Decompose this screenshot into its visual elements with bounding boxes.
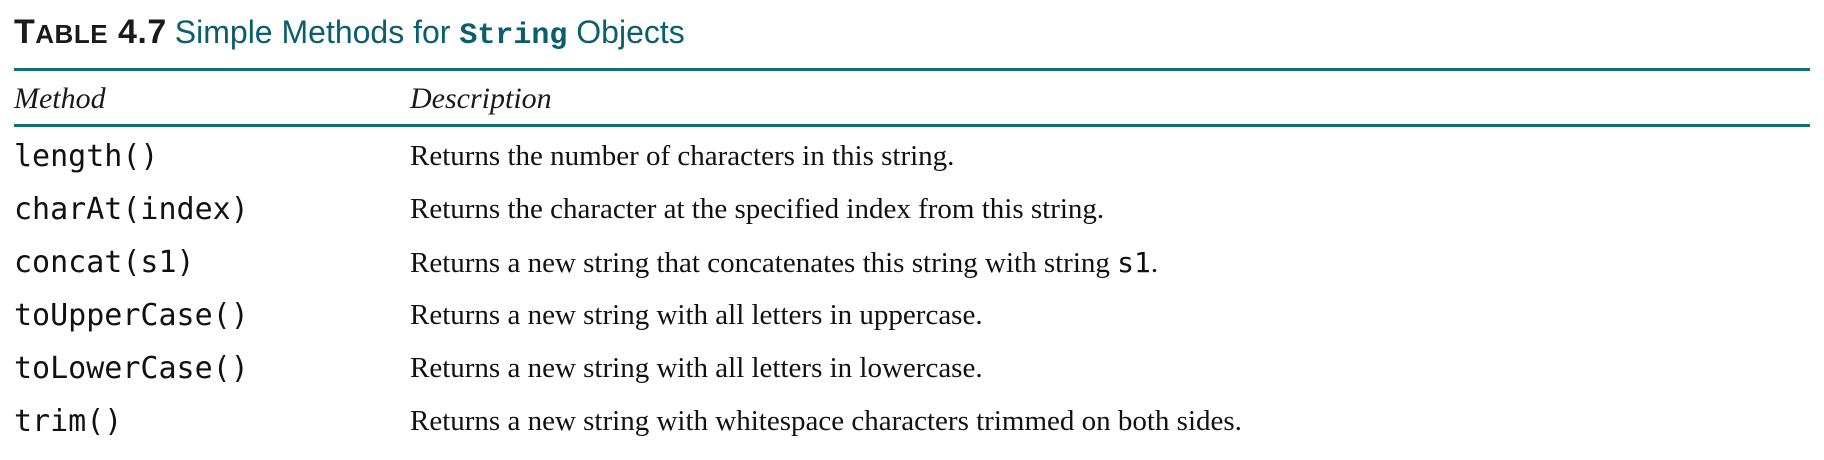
description-text: Returns a new string with all letters in…: [410, 352, 983, 384]
table-title-text: Simple Methods for: [174, 14, 451, 50]
table-label: TABLE 4.7: [14, 13, 167, 51]
description-text: Returns a new string with all letters in…: [410, 299, 983, 331]
table-row: toUpperCase() Returns a new string with …: [14, 289, 1810, 342]
table-label-word: ABLE: [35, 19, 109, 49]
method-description: Returns the character at the specified i…: [410, 183, 1104, 236]
description-text-end: .: [1150, 247, 1159, 279]
method-description: Returns a new string with whitespace cha…: [410, 395, 1242, 448]
method-description: Returns a new string with all letters in…: [410, 289, 983, 342]
table-row: concat(s1) Returns a new string that con…: [14, 236, 1810, 289]
method-name: trim(): [14, 404, 123, 439]
header-description: Description: [410, 82, 552, 115]
top-rule: [14, 68, 1810, 71]
description-text: Returns the number of characters in this…: [410, 140, 955, 172]
method-name: toUpperCase(): [14, 298, 249, 333]
table-title: Simple Methods for String Objects: [174, 14, 685, 53]
table-label-initial: T: [14, 13, 36, 51]
description-text: Returns the character at the specified i…: [410, 193, 1105, 225]
table-row: toLowerCase() Returns a new string with …: [14, 342, 1810, 395]
description-text: Returns a new string with whitespace cha…: [410, 405, 1242, 437]
table-row: length() Returns the number of character…: [14, 130, 1810, 183]
method-name: charAt(index): [14, 192, 249, 227]
table-body: length() Returns the number of character…: [14, 130, 1810, 448]
description-code: s1: [1117, 246, 1151, 279]
table-row: trim() Returns a new string with whitesp…: [14, 395, 1810, 448]
header-method: Method: [14, 82, 106, 115]
method-name: toLowerCase(): [14, 351, 249, 386]
method-name: concat(s1): [14, 245, 195, 280]
method-description: Returns a new string that concatenates t…: [410, 236, 1158, 289]
table-title-code: String: [459, 19, 568, 53]
method-description: Returns a new string with all letters in…: [410, 342, 983, 395]
description-text: Returns a new string that concatenates t…: [410, 247, 1118, 279]
table-number: 4.7: [118, 13, 167, 51]
table-row: charAt(index) Returns the character at t…: [14, 183, 1810, 236]
table-caption: TABLE 4.7 Simple Methods for String Objec…: [14, 6, 685, 58]
method-description: Returns the number of characters in this…: [410, 130, 954, 183]
method-name: length(): [14, 139, 159, 174]
table-title-text-end: Objects: [576, 14, 685, 50]
header-rule: [14, 124, 1810, 127]
